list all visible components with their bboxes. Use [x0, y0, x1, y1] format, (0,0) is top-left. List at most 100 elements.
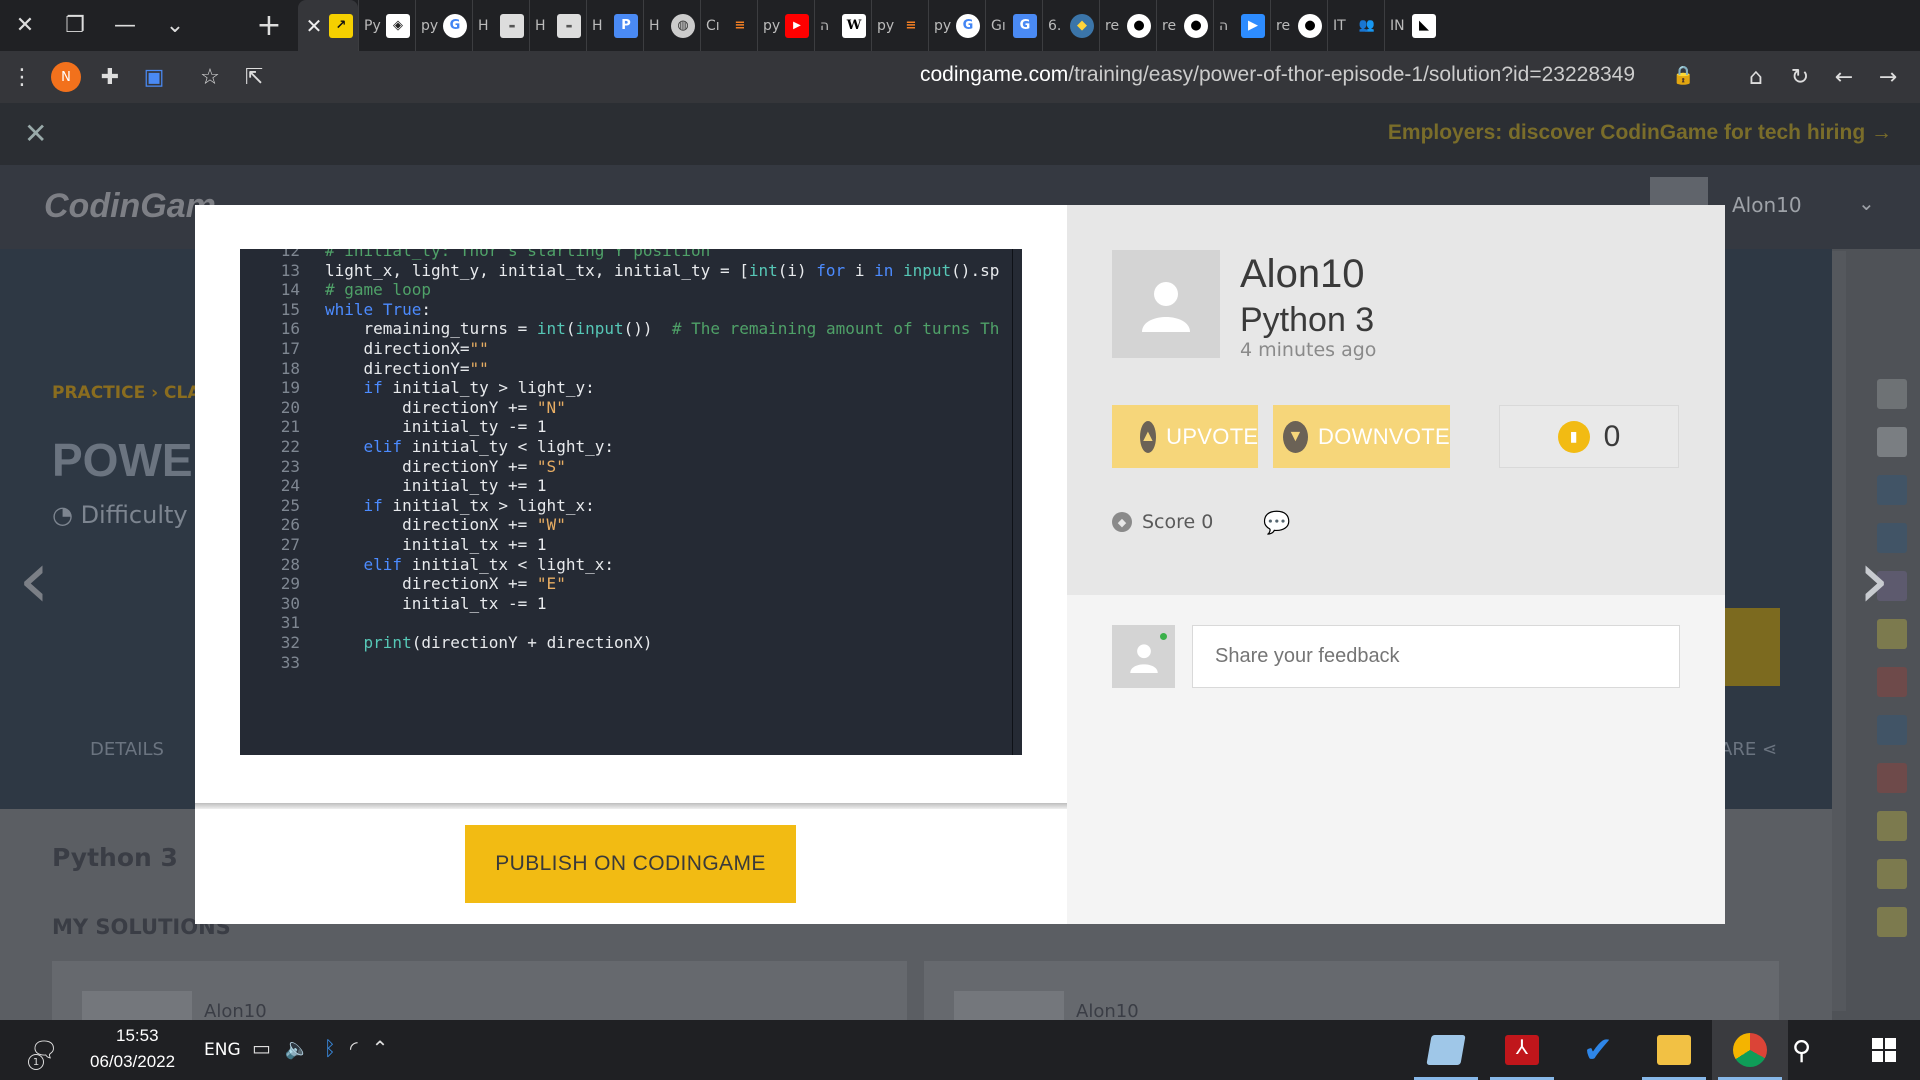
- taskbar-app[interactable]: ⅄: [1484, 1020, 1560, 1080]
- codingame-logo[interactable]: CodinGam: [44, 187, 216, 226]
- volume-icon[interactable]: 🔈: [285, 1036, 310, 1060]
- address-bar[interactable]: codingame.com/training/easy/power-of-tho…: [920, 63, 1635, 87]
- chevron-left-icon[interactable]: ‹: [18, 533, 50, 626]
- score-row: ◆ Score 0 💬: [1112, 511, 1291, 536]
- tab[interactable]: 6. ◆: [1042, 0, 1099, 51]
- new-tab-button[interactable]: +: [240, 0, 298, 51]
- input-language[interactable]: ENG: [204, 1040, 241, 1060]
- lock-icon[interactable]: 🔒: [1672, 65, 1694, 86]
- translate-icon[interactable]: ▣: [132, 51, 176, 103]
- tab-label: Gı: [991, 17, 1006, 34]
- tab-label: py: [763, 17, 781, 34]
- tab[interactable]: Cı ≡: [700, 0, 757, 51]
- online-status-dot: [1158, 631, 1169, 642]
- avatar[interactable]: [1877, 379, 1907, 409]
- tab[interactable]: re ●: [1270, 0, 1327, 51]
- close-banner-icon[interactable]: ✕: [24, 117, 47, 150]
- taskbar-app[interactable]: [1408, 1020, 1484, 1080]
- bookmark-star-icon[interactable]: ☆: [188, 51, 232, 103]
- difficulty-label: ◔ Difficulty: [52, 501, 188, 529]
- bluetooth-icon[interactable]: ᛒ: [324, 1036, 336, 1060]
- windows-taskbar: 🗨 1 15:53 06/03/2022 ENG ▭ 🔈 ᛒ ◜ ⌃ ⅄ ✔ ⚲: [0, 1020, 1920, 1080]
- home-icon[interactable]: ⌂: [1734, 51, 1778, 103]
- comments-icon[interactable]: 💬: [1263, 511, 1291, 536]
- scrollbar[interactable]: [1832, 251, 1846, 1011]
- avatar[interactable]: [1877, 763, 1907, 793]
- reload-icon[interactable]: ↻: [1778, 51, 1822, 103]
- tab[interactable]: py ≡: [871, 0, 928, 51]
- tab[interactable]: IT 👥: [1327, 0, 1384, 51]
- avatar[interactable]: [1877, 811, 1907, 841]
- tab-details[interactable]: DETAILS: [90, 739, 164, 760]
- tab[interactable]: H ▬: [529, 0, 586, 51]
- upvote-button[interactable]: ▲ UPVOTE: [1112, 405, 1258, 468]
- minimize-window-icon[interactable]: —: [100, 0, 150, 51]
- tab-label: py: [421, 17, 439, 34]
- solution-card[interactable]: Alon10: [924, 961, 1779, 1031]
- clock-time[interactable]: 15:53: [116, 1026, 159, 1046]
- back-icon[interactable]: ←: [1822, 51, 1866, 103]
- github-icon: ●: [1127, 13, 1151, 38]
- divider: [195, 803, 1067, 809]
- avatar[interactable]: [1877, 907, 1907, 937]
- avatar[interactable]: [1877, 667, 1907, 697]
- appdividend-icon: ▬: [500, 13, 524, 38]
- chevron-up-icon[interactable]: ⌃: [372, 1036, 389, 1060]
- extensions-icon[interactable]: ✚: [88, 51, 132, 103]
- avatar[interactable]: [1877, 475, 1907, 505]
- chevron-right-icon[interactable]: ›: [1858, 533, 1890, 626]
- taskbar-app[interactable]: [1636, 1020, 1712, 1080]
- avatar[interactable]: [1877, 715, 1907, 745]
- tab[interactable]: HP: [586, 0, 643, 51]
- tab[interactable]: py ▶: [757, 0, 814, 51]
- tab[interactable]: H ◍: [643, 0, 700, 51]
- hero-action-button[interactable]: [1720, 608, 1780, 686]
- forward-icon[interactable]: →: [1866, 51, 1910, 103]
- tab[interactable]: py G: [928, 0, 985, 51]
- taskbar-app[interactable]: ✔: [1560, 1020, 1636, 1080]
- pinned-apps: ⅄ ✔: [1408, 1020, 1788, 1080]
- profile-button[interactable]: N: [44, 51, 88, 103]
- employers-link[interactable]: Employers: discover CodinGame for tech h…: [1388, 121, 1892, 145]
- tab[interactable]: re ●: [1156, 0, 1213, 51]
- author-name[interactable]: Alon10: [1240, 252, 1365, 297]
- code-viewer[interactable]: 12 # initial_ty: Thor's starting Y positi…: [240, 249, 1022, 755]
- tab[interactable]: Gı G: [985, 0, 1042, 51]
- publish-button[interactable]: PUBLISH ON CODINGAME: [465, 825, 796, 903]
- battery-icon[interactable]: ▭: [252, 1036, 271, 1060]
- avatar[interactable]: [1112, 250, 1220, 358]
- language-select[interactable]: Python 3: [52, 843, 178, 872]
- tab[interactable]: H ▬: [472, 0, 529, 51]
- tab[interactable]: py G: [415, 0, 472, 51]
- windows-start-icon[interactable]: [1872, 1038, 1896, 1062]
- page-title: POWE: [52, 434, 193, 486]
- clock-date[interactable]: 06/03/2022: [90, 1052, 175, 1072]
- feedback-input[interactable]: [1192, 625, 1680, 688]
- tab[interactable]: ה ▶: [1213, 0, 1270, 51]
- taskbar-app[interactable]: [1712, 1020, 1788, 1080]
- share-icon[interactable]: ⇱: [232, 51, 276, 103]
- tab[interactable]: הW: [814, 0, 871, 51]
- restore-window-icon[interactable]: ❐: [50, 0, 100, 51]
- tab-active[interactable]: ✕ ↗: [298, 0, 358, 51]
- breadcrumb[interactable]: PRACTICE › CLA: [52, 383, 201, 403]
- menu-dots-icon[interactable]: ⋮: [0, 51, 44, 103]
- wifi-icon[interactable]: ◜: [350, 1036, 358, 1060]
- tab[interactable]: Py ◈: [358, 0, 415, 51]
- tab-search-icon[interactable]: ⌄: [150, 0, 200, 51]
- tab[interactable]: re ●: [1099, 0, 1156, 51]
- solution-card[interactable]: Alon10: [52, 961, 907, 1031]
- close-tab-icon[interactable]: ✕: [303, 14, 325, 38]
- url-domain: codingame.com: [920, 63, 1069, 86]
- solution-author: Alon10: [1076, 1001, 1139, 1022]
- close-window-icon[interactable]: ✕: [0, 0, 50, 51]
- tab[interactable]: IN ◣: [1384, 0, 1441, 51]
- avatar[interactable]: [1877, 859, 1907, 889]
- downvote-button[interactable]: ▼ DOWNVOTE: [1273, 405, 1450, 468]
- tab-share[interactable]: ARE ⋖: [1720, 739, 1777, 760]
- search-icon[interactable]: ⚲: [1792, 1036, 1811, 1066]
- avatar[interactable]: [1877, 427, 1907, 457]
- header-username[interactable]: Alon10: [1732, 193, 1802, 217]
- chevron-down-icon[interactable]: ⌄: [1858, 191, 1875, 215]
- tab-label: py: [877, 17, 895, 34]
